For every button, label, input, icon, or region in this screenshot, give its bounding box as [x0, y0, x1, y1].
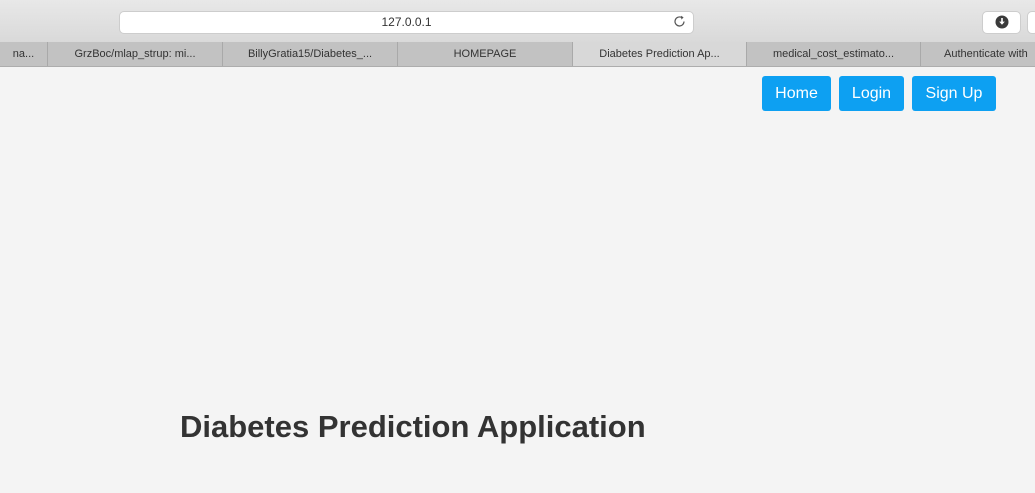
downloads-button[interactable]	[982, 11, 1021, 34]
tab-label: HOMEPAGE	[453, 48, 517, 60]
signup-button[interactable]: Sign Up	[912, 76, 996, 111]
tab-label: GrzBoc/mlap_strup: mi...	[74, 48, 196, 60]
tab-label: Authenticate with	[944, 48, 1028, 60]
page-title: Diabetes Prediction Application	[180, 409, 646, 444]
tab-label: medical_cost_estimato...	[772, 48, 895, 60]
reload-icon[interactable]	[673, 15, 687, 29]
address-text: 127.0.0.1	[381, 15, 432, 29]
tab-label: BillyGratia15/Diabetes_...	[247, 48, 373, 60]
toolbar-button-partial[interactable]	[1027, 11, 1035, 34]
tab-label: na...	[12, 48, 35, 60]
tab-bar: na... GrzBoc/mlap_strup: mi... BillyGrat…	[0, 42, 1035, 67]
browser-toolbar: 127.0.0.1	[0, 0, 1035, 43]
address-bar[interactable]: 127.0.0.1	[119, 11, 694, 34]
home-button[interactable]: Home	[762, 76, 831, 111]
tab[interactable]: Authenticate with	[920, 42, 1035, 66]
login-button[interactable]: Login	[839, 76, 904, 111]
tab-active[interactable]: Diabetes Prediction Ap...	[572, 42, 746, 66]
tab[interactable]: medical_cost_estimato...	[746, 42, 920, 66]
tab[interactable]: GrzBoc/mlap_strup: mi...	[47, 42, 222, 66]
page-content: Home Login Sign Up Diabetes Prediction A…	[0, 67, 1035, 493]
tab[interactable]: HOMEPAGE	[397, 42, 572, 66]
tab[interactable]: na...	[0, 42, 47, 66]
tab-label: Diabetes Prediction Ap...	[599, 48, 720, 60]
tab[interactable]: BillyGratia15/Diabetes_...	[222, 42, 397, 66]
download-icon	[995, 15, 1009, 29]
